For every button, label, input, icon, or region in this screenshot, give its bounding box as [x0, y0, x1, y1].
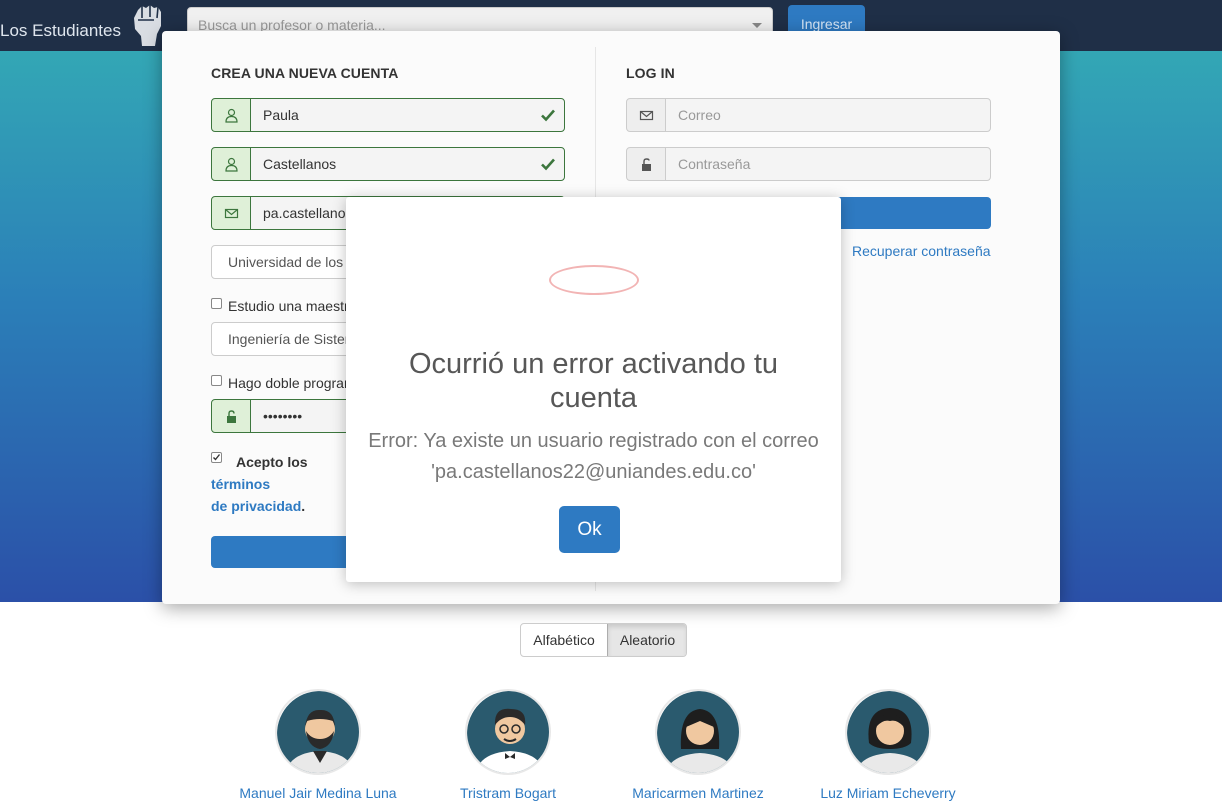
privacy-link[interactable]: de privacidad [211, 498, 301, 514]
female-avatar-icon [657, 691, 739, 773]
raised-fist-icon[interactable] [128, 2, 166, 48]
error-icon [549, 265, 639, 295]
professor-card[interactable]: Maricarmen Martinez [603, 689, 793, 806]
unlock-icon [642, 158, 651, 171]
envelope-icon [224, 208, 239, 219]
error-modal: Ocurrió un error activando tu cuenta Err… [346, 197, 841, 582]
user-icon [225, 108, 238, 123]
avatar[interactable] [845, 689, 931, 775]
last-name-group: Castellanos [211, 147, 565, 181]
double-program-label: Hago doble programa [228, 375, 364, 391]
sort-random-button[interactable]: Aleatorio [607, 624, 686, 656]
masters-checkbox[interactable] [211, 298, 222, 309]
professor-card[interactable]: Manuel Jair Medina Luna [223, 689, 413, 806]
sort-toggle: Alfabético Aleatorio [520, 623, 687, 657]
envelope-addon [626, 98, 666, 132]
professor-name[interactable]: Maricarmen Martinez [603, 785, 793, 801]
female-curly-avatar-icon [847, 691, 929, 773]
avatar[interactable] [275, 689, 361, 775]
terms-end: . [301, 498, 306, 514]
terms-text: Acepto los términos de privacidad. [211, 451, 361, 517]
login-password-group: Contraseña [626, 147, 991, 181]
first-name-input[interactable]: Paula [250, 98, 565, 132]
checkmark-icon [541, 158, 555, 171]
professor-name[interactable]: Manuel Jair Medina Luna [223, 785, 413, 801]
envelope-addon [211, 196, 251, 230]
login-title: LOG IN [626, 65, 675, 81]
login-email-group: Correo [626, 98, 991, 132]
login-email-input[interactable]: Correo [665, 98, 991, 132]
lock-addon [626, 147, 666, 181]
professor-card[interactable]: Tristram Bogart [413, 689, 603, 806]
user-addon [211, 98, 251, 132]
male-bearded-avatar-icon [277, 691, 359, 773]
male-glasses-avatar-icon [467, 691, 549, 773]
checkmark-icon [541, 109, 555, 122]
lock-icon [227, 410, 236, 423]
terms-link[interactable]: términos [211, 476, 270, 492]
avatar[interactable] [655, 689, 741, 775]
modal-title: Ocurrió un error activando tu cuenta [408, 348, 779, 414]
masters-label: Estudio una maestría [228, 298, 361, 314]
first-name-group: Paula [211, 98, 565, 132]
last-name-input[interactable]: Castellanos [250, 147, 565, 181]
double-program-checkbox[interactable] [211, 375, 222, 386]
login-password-input[interactable]: Contraseña [665, 147, 991, 181]
envelope-icon [639, 110, 654, 121]
caret-down-icon[interactable] [752, 23, 762, 28]
avatar[interactable] [465, 689, 551, 775]
professor-name[interactable]: Tristram Bogart [413, 785, 603, 801]
terms-prefix: Acepto los [236, 454, 308, 470]
professor-name[interactable]: Luz Miriam Echeverry [793, 785, 983, 801]
sort-alphabetic-button[interactable]: Alfabético [521, 624, 607, 656]
brand-name[interactable]: Los Estudiantes [0, 21, 121, 41]
recover-password-link[interactable]: Recuperar contraseña [852, 243, 991, 259]
professor-card[interactable]: Luz Miriam Echeverry [793, 689, 983, 806]
modal-message: Error: Ya existe un usuario registrado c… [368, 430, 819, 483]
user-icon [225, 157, 238, 172]
register-title: CREA UNA NUEVA CUENTA [211, 65, 399, 81]
ok-button[interactable]: Ok [559, 506, 620, 553]
user-addon [211, 147, 251, 181]
lock-addon [211, 399, 251, 433]
